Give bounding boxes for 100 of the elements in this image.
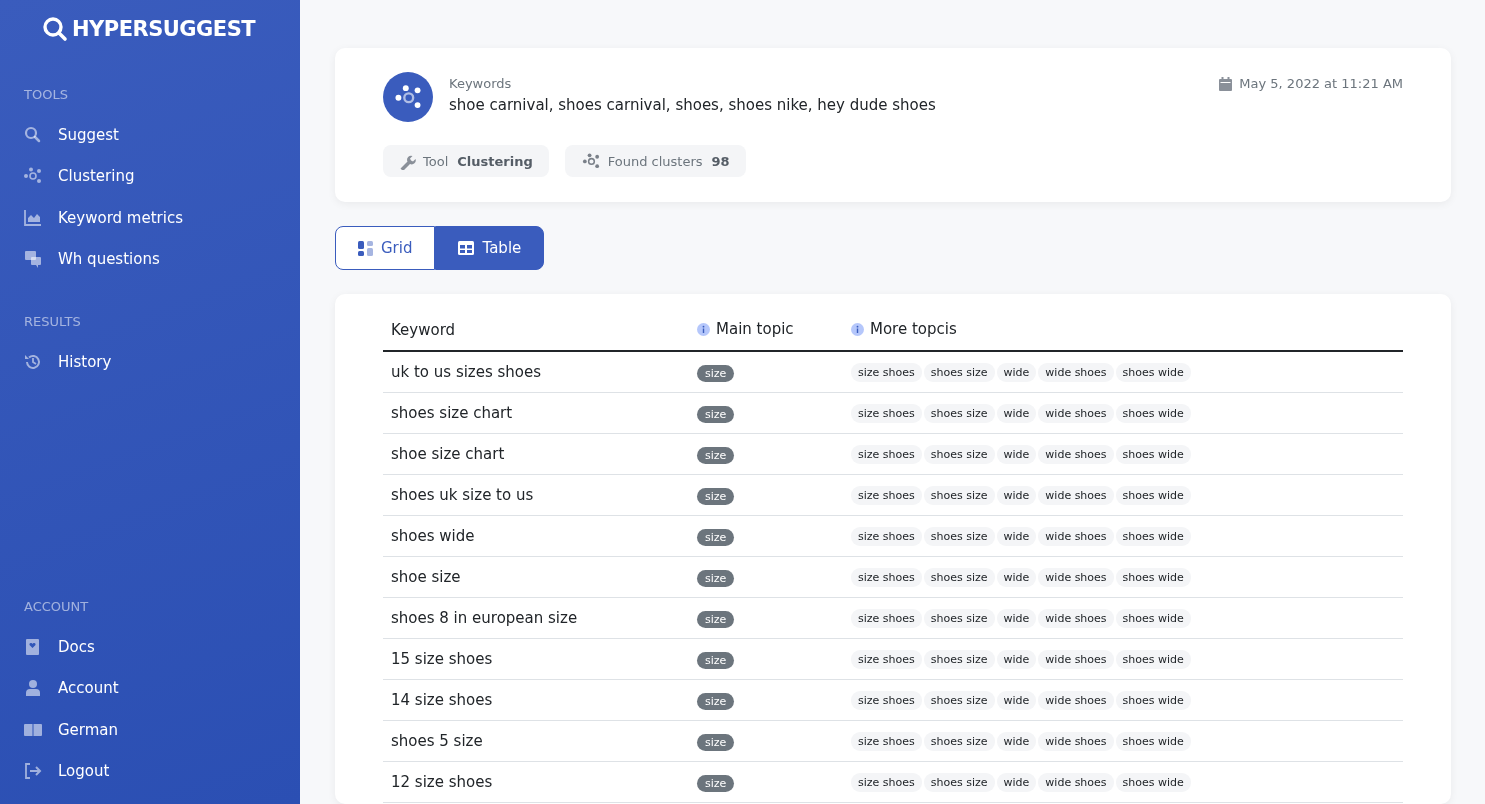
topic-tag: wide: [996, 649, 1037, 669]
column-header: Main topic: [697, 320, 794, 339]
topic-tag: size shoes: [851, 444, 922, 464]
topic-tag: shoes wide: [1115, 362, 1191, 382]
topic-tag: wide shoes: [1038, 690, 1114, 710]
topic-tag: wide shoes: [1038, 608, 1114, 628]
topic-tag: shoes wide: [1115, 526, 1191, 546]
topic-tag: shoes size: [923, 690, 995, 710]
topic-tag: wide shoes: [1038, 772, 1114, 792]
logout-icon: [24, 762, 42, 781]
topic-tag: shoes wide: [1115, 731, 1191, 751]
topic-tag: size shoes: [851, 403, 922, 423]
topic-tag: size shoes: [851, 567, 922, 587]
topic-tag: shoes size: [923, 772, 995, 792]
topic-tag: size shoes: [851, 772, 922, 792]
topic-tag: size shoes: [851, 731, 922, 751]
keyword-cell: shoes wide: [391, 527, 475, 545]
topic-tag: wide shoes: [1038, 403, 1114, 423]
topic-tag: shoes size: [923, 526, 995, 546]
topic-tag: shoes size: [923, 567, 995, 587]
nav-item[interactable]: Keyword metrics: [24, 197, 300, 239]
topic-tag: shoes wide: [1115, 649, 1191, 669]
topic-tag: size shoes: [851, 649, 922, 669]
topic-tag: shoes wide: [1115, 444, 1191, 464]
main-topic-tag: size: [697, 610, 735, 628]
topic-tag: wide shoes: [1038, 362, 1114, 382]
column-header: More topcis: [851, 320, 957, 339]
main-topic-tag: size: [697, 364, 735, 382]
topic-tag: shoes size: [923, 485, 995, 505]
topic-tag: size shoes: [851, 362, 922, 382]
chart-icon: [24, 208, 42, 227]
main-topic-tag: size: [697, 487, 735, 505]
main-topic-tag: size: [697, 733, 735, 751]
section-heading: TOOLS: [24, 87, 69, 102]
topic-tag: wide: [996, 485, 1037, 505]
nav-item[interactable]: Logout: [24, 750, 300, 792]
main-topic-tag: size: [697, 569, 735, 587]
topic-tag: wide: [996, 526, 1037, 546]
grid-icon: [358, 240, 373, 256]
cluster-avatar-icon: [383, 72, 433, 122]
date-text: May 5, 2022 at 11:21 AM: [1239, 76, 1403, 91]
topic-tag: wide: [996, 690, 1037, 710]
topic-tag: wide: [996, 362, 1037, 382]
nav-item[interactable]: German: [24, 709, 300, 751]
topic-tag: wide: [996, 567, 1037, 587]
section-heading: RESULTS: [24, 314, 82, 329]
topic-tag: size shoes: [851, 608, 922, 628]
nav-item[interactable]: Suggest: [24, 114, 300, 156]
main-topic-tag: size: [697, 528, 735, 546]
topic-tag: shoes size: [923, 731, 995, 751]
keyword-cell: shoes 5 size: [391, 732, 483, 750]
nav-item[interactable]: Account: [24, 667, 300, 709]
view-toggle-button[interactable]: Table: [435, 226, 545, 270]
chip-label: Tool: [423, 153, 449, 169]
main-topic-tag: size: [697, 774, 735, 792]
topic-tag: wide: [996, 608, 1037, 628]
table-icon: [458, 241, 475, 255]
topic-tag: wide shoes: [1038, 444, 1114, 464]
nav-item[interactable]: Docs: [24, 626, 300, 668]
keyword-cell: shoe size chart: [391, 445, 505, 463]
info-icon: [851, 322, 864, 336]
cluster-icon: [24, 167, 42, 186]
cluster-icon: [580, 152, 601, 170]
section-heading: ACCOUNT: [24, 599, 90, 614]
nav-item[interactable]: Wh questions: [24, 238, 300, 280]
topic-tag: wide: [996, 731, 1037, 751]
main-topic-tag: size: [697, 651, 735, 669]
topic-tag: shoes wide: [1115, 403, 1191, 423]
topic-tag: size shoes: [851, 485, 922, 505]
topic-tag: shoes size: [923, 362, 995, 382]
view-toggle-button[interactable]: Grid: [335, 226, 436, 270]
topic-tag: size shoes: [851, 690, 922, 710]
topic-tag: shoes size: [923, 444, 995, 464]
topic-tag: wide shoes: [1038, 526, 1114, 546]
main-topic-tag: size: [697, 446, 735, 464]
topic-tag: wide shoes: [1038, 567, 1114, 587]
keywords-text: shoe carnival, shoes carnival, shoes, shoes nike, hey dude shoes: [449, 96, 936, 114]
keyword-cell: uk to us sizes shoes: [391, 363, 542, 381]
topic-tag: wide: [996, 444, 1037, 464]
nav-item[interactable]: Clustering: [24, 155, 300, 197]
topic-tag: shoes size: [923, 403, 995, 423]
topic-tag: shoes wide: [1115, 485, 1191, 505]
topic-tag: shoes size: [923, 608, 995, 628]
search-icon: [42, 16, 68, 42]
topic-tag: shoes wide: [1115, 608, 1191, 628]
info-icon: [697, 322, 710, 336]
main-topic-tag: size: [697, 405, 735, 423]
keyword-cell: shoe size: [391, 568, 461, 586]
book-icon: [24, 637, 42, 656]
chip-label: Found clusters: [607, 153, 703, 169]
keyword-cell: 12 size shoes: [391, 773, 493, 791]
topic-tag: shoes size: [923, 649, 995, 669]
nav-item[interactable]: History: [24, 341, 300, 383]
topic-tag: wide: [996, 403, 1037, 423]
topic-tag: wide shoes: [1038, 485, 1114, 505]
keyword-cell: 14 size shoes: [391, 691, 493, 709]
history-icon: [24, 352, 42, 371]
main-topic-tag: size: [697, 692, 735, 710]
topic-tag: shoes wide: [1115, 567, 1191, 587]
chip-value: 98: [711, 153, 730, 169]
